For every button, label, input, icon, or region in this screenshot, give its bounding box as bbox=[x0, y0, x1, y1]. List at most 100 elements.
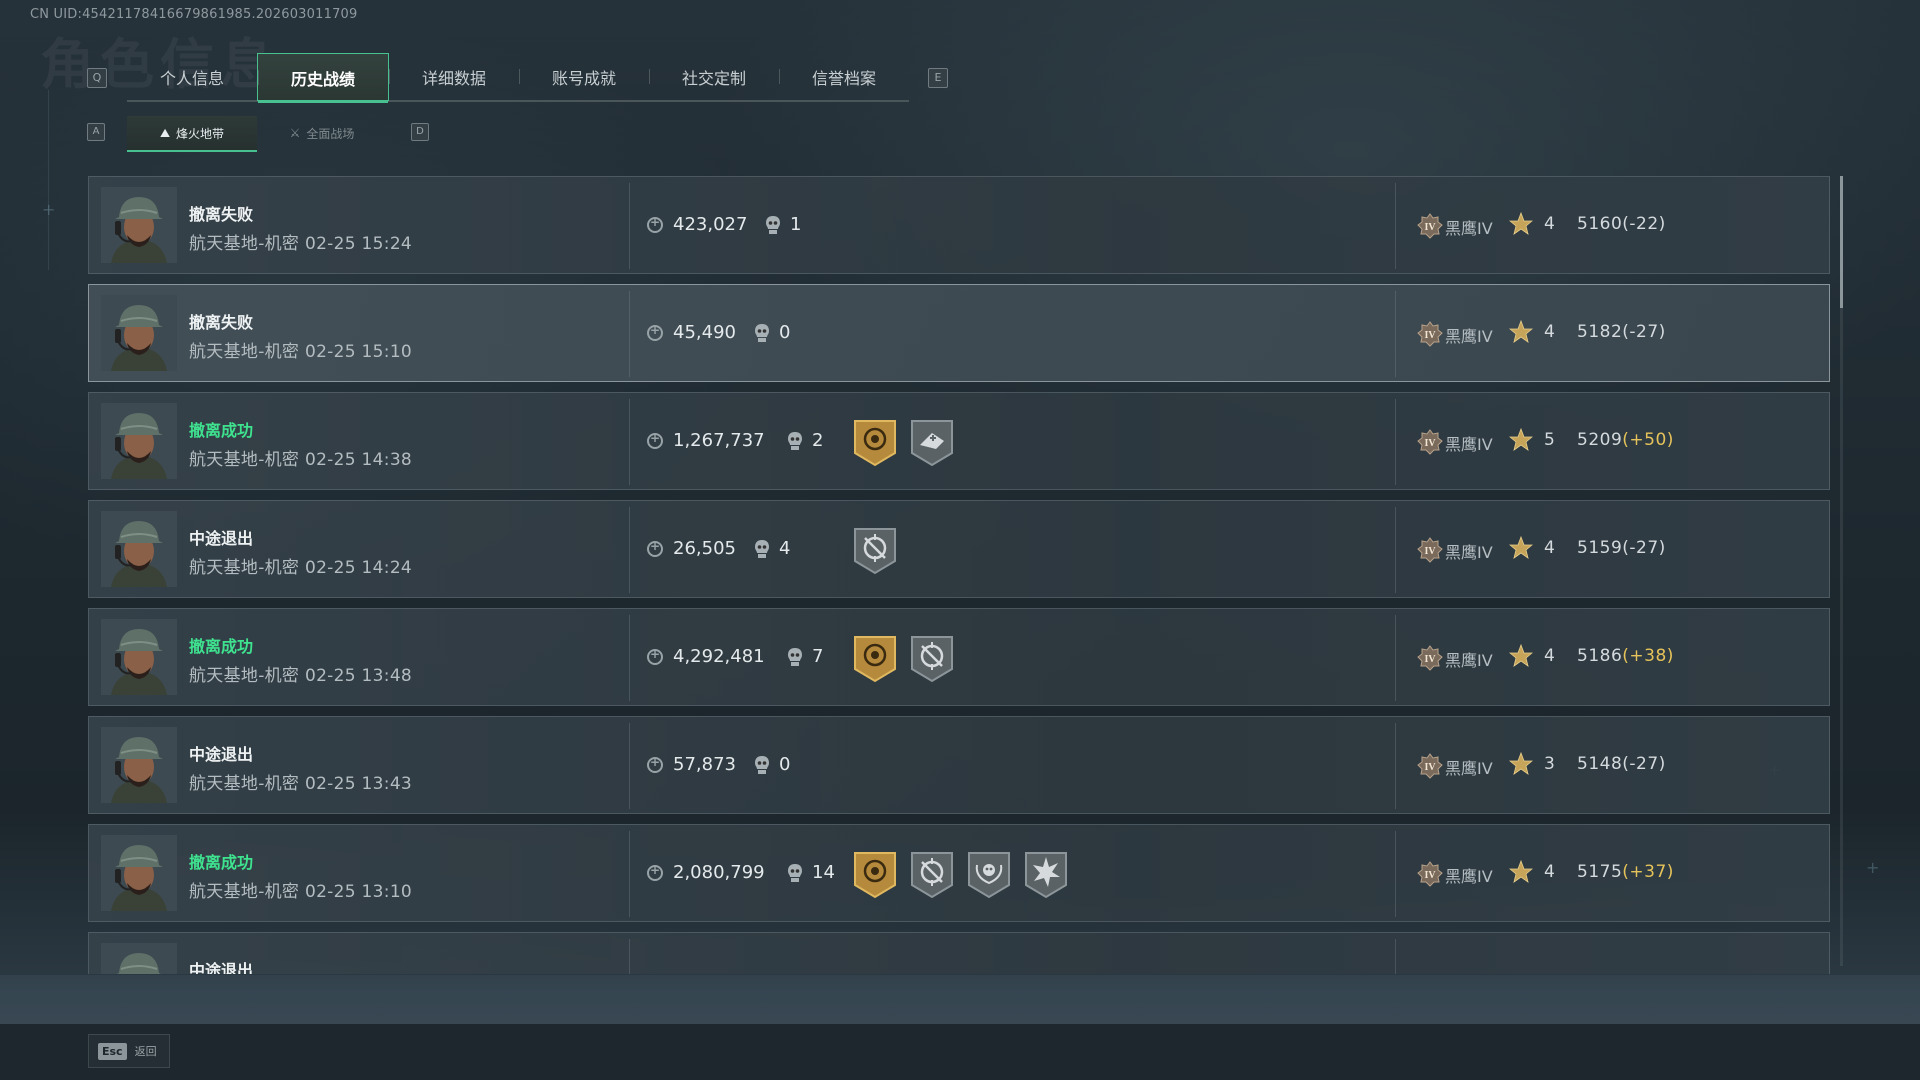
money-value: 57,873 bbox=[673, 754, 736, 775]
gold-extract-badge[interactable] bbox=[853, 635, 897, 683]
match-row[interactable]: 中途退出 航天基地-机密 02-25 14:24 26,505 4 IV 黑鹰I… bbox=[88, 500, 1830, 598]
subtab-hazard-zone[interactable]: ⛰ 烽火地带 bbox=[127, 116, 257, 152]
score-delta: (+38) bbox=[1622, 646, 1674, 666]
money-value: 45,490 bbox=[673, 322, 736, 343]
tab-credit-record[interactable]: 信誉档案 bbox=[779, 53, 909, 100]
operator-avatar bbox=[101, 943, 177, 974]
tab-next-key[interactable]: E bbox=[928, 68, 948, 88]
skull-icon bbox=[753, 755, 771, 775]
match-row[interactable]: 撤离成功 航天基地-机密 02-25 13:48 4,292,481 7 IV … bbox=[88, 608, 1830, 706]
subtab-next-key[interactable]: D bbox=[411, 123, 429, 141]
gold-extract-badge[interactable] bbox=[853, 419, 897, 467]
tab-match-history[interactable]: 历史战绩 bbox=[257, 53, 389, 103]
tab-achievements[interactable]: 账号成就 bbox=[519, 53, 649, 100]
money-value: 26,505 bbox=[673, 538, 736, 559]
match-row[interactable]: 中途退出 航天基地-机密 02-25 13:43 57,873 0 IV 黑鹰I… bbox=[88, 716, 1830, 814]
rank-name: 黑鹰IV bbox=[1445, 867, 1493, 886]
rank-name: 黑鹰IV bbox=[1445, 435, 1493, 454]
match-row[interactable]: 撤离成功 航天基地-机密 02-25 13:10 2,080,799 14 IV… bbox=[88, 824, 1830, 922]
skull-icon bbox=[786, 863, 804, 883]
rank-name: 黑鹰IV bbox=[1445, 327, 1493, 346]
gold-extract-badge[interactable] bbox=[853, 851, 897, 899]
crosshair-badge[interactable] bbox=[910, 635, 954, 683]
match-row[interactable]: 撤离成功 航天基地-机密 02-25 14:38 1,267,737 2 IV … bbox=[88, 392, 1830, 490]
match-row[interactable]: 撤离失败 航天基地-机密 02-25 15:24 423,027 1 IV 黑鹰… bbox=[88, 176, 1830, 274]
star-icon bbox=[1508, 319, 1534, 344]
tab-prev-key[interactable]: Q bbox=[87, 68, 107, 88]
money-value: 423,027 bbox=[673, 214, 748, 235]
operator-avatar bbox=[101, 295, 177, 371]
medic-badge[interactable] bbox=[910, 419, 954, 467]
svg-text:IV: IV bbox=[1424, 762, 1436, 773]
score-delta: (-22) bbox=[1622, 214, 1666, 234]
match-time: 02-25 13:43 bbox=[304, 774, 413, 794]
map-name: 航天基地-机密 bbox=[189, 342, 300, 362]
match-row[interactable]: 撤离失败 航天基地-机密 02-25 15:10 45,490 0 IV 黑鹰I… bbox=[88, 284, 1830, 382]
deco-plus: + bbox=[1866, 858, 1880, 877]
star-count: 4 bbox=[1544, 538, 1555, 558]
score-text: 5182(-27) bbox=[1577, 322, 1666, 342]
match-status: 中途退出 bbox=[189, 529, 254, 548]
score-value: 5209 bbox=[1577, 430, 1623, 450]
skull-wreath-badge[interactable] bbox=[967, 851, 1011, 899]
score-value: 5160 bbox=[1577, 214, 1623, 234]
match-status: 撤离成功 bbox=[189, 853, 254, 872]
match-time: 02-25 13:48 bbox=[304, 666, 413, 686]
mode-tabs: ⛰ 烽火地带 ⚔ 全面战场 bbox=[127, 116, 387, 152]
star-icon bbox=[1508, 535, 1534, 560]
match-meta: 航天基地-机密 02-25 14:38 bbox=[189, 445, 412, 470]
rank-icon: IV bbox=[1417, 429, 1443, 455]
score-delta: (+37) bbox=[1622, 862, 1674, 882]
tab-detailed-data[interactable]: 详细数据 bbox=[389, 53, 519, 100]
svg-text:IV: IV bbox=[1424, 870, 1436, 881]
star-count: 5 bbox=[1544, 430, 1555, 450]
match-status: 中途退出 bbox=[189, 745, 254, 764]
rank-name: 黑鹰IV bbox=[1445, 219, 1493, 238]
back-label: 返回 bbox=[134, 1045, 157, 1058]
match-meta: 航天基地-机密 02-25 13:10 bbox=[189, 877, 412, 902]
operator-avatar bbox=[101, 727, 177, 803]
subtab-label: 烽火地带 bbox=[176, 126, 225, 141]
score-text: 5175(+37) bbox=[1577, 862, 1674, 882]
money-value: 2,080,799 bbox=[673, 862, 765, 883]
match-status: 撤离失败 bbox=[189, 313, 254, 332]
match-time: 02-25 14:24 bbox=[304, 558, 413, 578]
star-icon bbox=[1508, 643, 1534, 668]
subtab-full-battlefield[interactable]: ⚔ 全面战场 bbox=[257, 116, 387, 150]
match-history-list[interactable]: 撤离失败 航天基地-机密 02-25 15:24 423,027 1 IV 黑鹰… bbox=[88, 176, 1832, 974]
money-value: 1,267,737 bbox=[673, 430, 765, 451]
skull-icon bbox=[753, 539, 771, 559]
skull-icon bbox=[764, 215, 782, 235]
esc-key: Esc bbox=[98, 1042, 127, 1060]
svg-text:IV: IV bbox=[1424, 438, 1436, 449]
skull-icon bbox=[786, 647, 804, 667]
star-count: 4 bbox=[1544, 646, 1555, 666]
score-value: 5175 bbox=[1577, 862, 1623, 882]
star-count: 4 bbox=[1544, 862, 1555, 882]
operator-avatar bbox=[101, 619, 177, 695]
match-status: 撤离成功 bbox=[189, 421, 254, 440]
score-text: 5186(+38) bbox=[1577, 646, 1674, 666]
match-meta: 航天基地-机密 02-25 15:10 bbox=[189, 337, 412, 362]
rank-icon: IV bbox=[1417, 537, 1443, 563]
match-status: 撤离失败 bbox=[189, 205, 254, 224]
currency-icon bbox=[647, 215, 663, 233]
deco-plus: + bbox=[42, 200, 56, 219]
match-time: 02-25 15:24 bbox=[304, 234, 413, 254]
match-row[interactable]: 中途退出 bbox=[88, 932, 1830, 974]
tab-personal-info[interactable]: 个人信息 bbox=[127, 53, 257, 100]
explosion-badge[interactable] bbox=[1024, 851, 1068, 899]
rank-icon: IV bbox=[1417, 861, 1443, 887]
subtab-prev-key[interactable]: A bbox=[87, 123, 105, 141]
map-icon: ⛰ bbox=[159, 125, 171, 140]
score-text: 5160(-22) bbox=[1577, 214, 1666, 234]
rank-name: 黑鹰IV bbox=[1445, 651, 1493, 670]
crosshair-badge[interactable] bbox=[910, 851, 954, 899]
tab-social-custom[interactable]: 社交定制 bbox=[649, 53, 779, 100]
scrollbar-thumb[interactable] bbox=[1840, 176, 1843, 308]
rank-name: 黑鹰IV bbox=[1445, 759, 1493, 778]
crosshair-badge[interactable] bbox=[853, 527, 897, 575]
back-button[interactable]: Esc 返回 bbox=[88, 1034, 170, 1068]
operator-avatar bbox=[101, 511, 177, 587]
match-meta: 航天基地-机密 02-25 15:24 bbox=[189, 229, 412, 254]
